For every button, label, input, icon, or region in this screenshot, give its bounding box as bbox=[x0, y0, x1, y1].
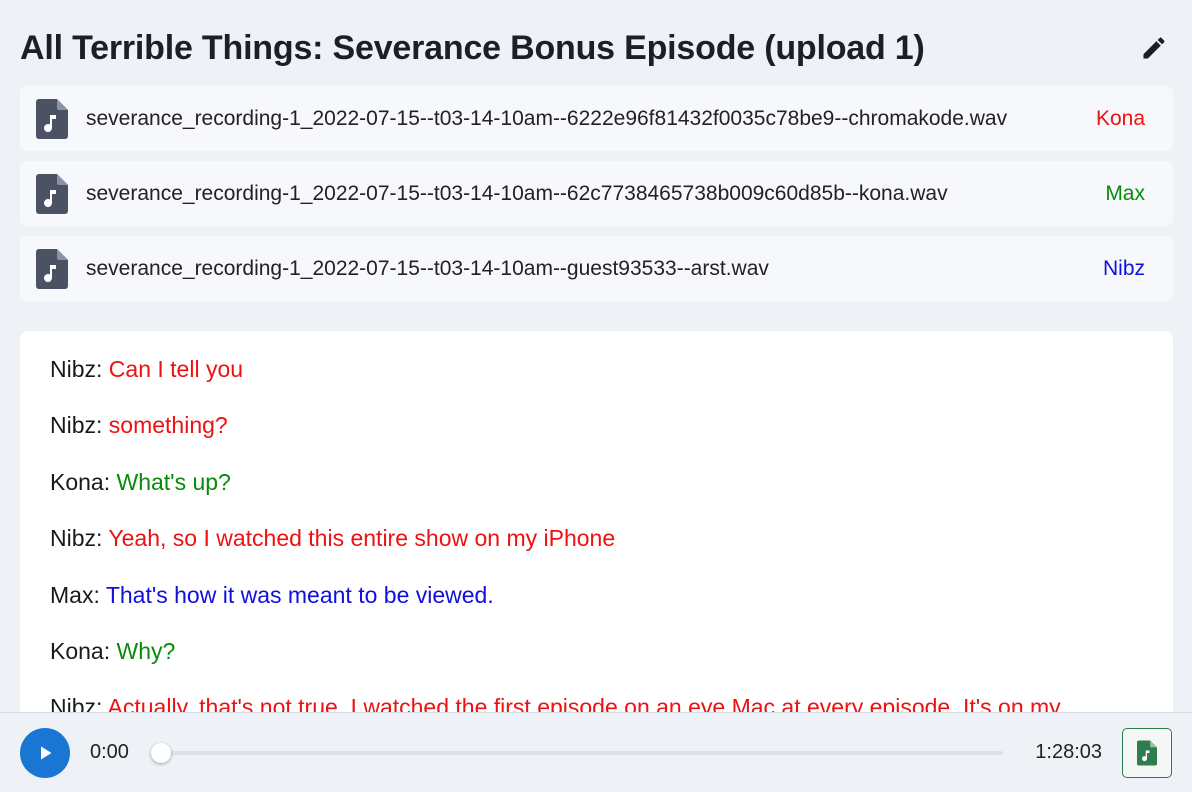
audio-file-icon bbox=[36, 173, 68, 214]
current-time: 0:00 bbox=[90, 741, 129, 763]
play-icon bbox=[41, 746, 52, 759]
transcript-speaker: Kona: bbox=[50, 637, 111, 664]
audio-file-icon bbox=[36, 98, 68, 139]
edit-title-button[interactable] bbox=[1134, 28, 1174, 68]
audio-file-icon bbox=[1137, 740, 1157, 765]
transcript-line[interactable]: Nibz: something? bbox=[50, 409, 1143, 441]
audio-file-icon bbox=[36, 248, 68, 289]
transcript-speaker: Max: bbox=[50, 581, 100, 608]
speaker-label: Kona bbox=[1095, 106, 1145, 130]
audio-file-name: severance_recording-1_2022-07-15--t03-14… bbox=[86, 256, 769, 280]
transcript-text: something? bbox=[108, 412, 228, 439]
transcript-panel[interactable]: Nibz: Can I tell you Nibz: something? Ko… bbox=[20, 331, 1173, 751]
pencil-icon bbox=[1143, 37, 1165, 59]
seek-handle[interactable] bbox=[150, 742, 171, 763]
speaker-label: Nibz bbox=[1102, 256, 1145, 280]
audio-file-item[interactable]: severance_recording-1_2022-07-15--t03-14… bbox=[20, 236, 1173, 301]
transcript-line[interactable]: Kona: Why? bbox=[50, 635, 1143, 667]
seek-bar[interactable] bbox=[150, 742, 1004, 763]
transcript-line[interactable]: Nibz: Yeah, so I watched this entire sho… bbox=[50, 522, 1143, 554]
transcript-speaker: Nibz: bbox=[50, 412, 103, 439]
transcript-text: Can I tell you bbox=[108, 356, 244, 382]
transcript-text: Yeah, so I watched this entire show on m… bbox=[108, 525, 616, 552]
page-title: All Terrible Things: Severance Bonus Epi… bbox=[20, 28, 925, 67]
transcript-text: What's up? bbox=[116, 468, 231, 495]
transcript-line[interactable]: Kona: What's up? bbox=[50, 466, 1143, 498]
audio-file-name: severance_recording-1_2022-07-15--t03-14… bbox=[86, 106, 1008, 130]
transcript-speaker: Nibz: bbox=[50, 356, 103, 382]
audio-file-item[interactable]: severance_recording-1_2022-07-15--t03-14… bbox=[20, 161, 1173, 226]
audio-file-name: severance_recording-1_2022-07-15--t03-14… bbox=[86, 181, 948, 205]
speaker-label: Max bbox=[1105, 181, 1145, 205]
transcript-speaker: Kona: bbox=[50, 468, 111, 495]
transcript-text: That's how it was meant to be viewed. bbox=[105, 581, 494, 608]
transcript-line[interactable]: Max: That's how it was meant to be viewe… bbox=[50, 579, 1143, 611]
transcript-speaker: Nibz: bbox=[50, 525, 103, 552]
transcript-line[interactable]: Nibz: Can I tell you bbox=[50, 353, 1143, 385]
audio-file-list: severance_recording-1_2022-07-15--t03-14… bbox=[20, 86, 1173, 311]
header: All Terrible Things: Severance Bonus Epi… bbox=[20, 26, 1172, 70]
total-time: 1:28:03 bbox=[1035, 741, 1102, 763]
export-audio-button[interactable] bbox=[1122, 727, 1172, 778]
audio-file-item[interactable]: severance_recording-1_2022-07-15--t03-14… bbox=[20, 86, 1173, 151]
play-button[interactable] bbox=[20, 727, 70, 778]
audio-player: 0:00 1:28:03 bbox=[0, 712, 1192, 792]
transcript-text: Why? bbox=[116, 637, 176, 664]
